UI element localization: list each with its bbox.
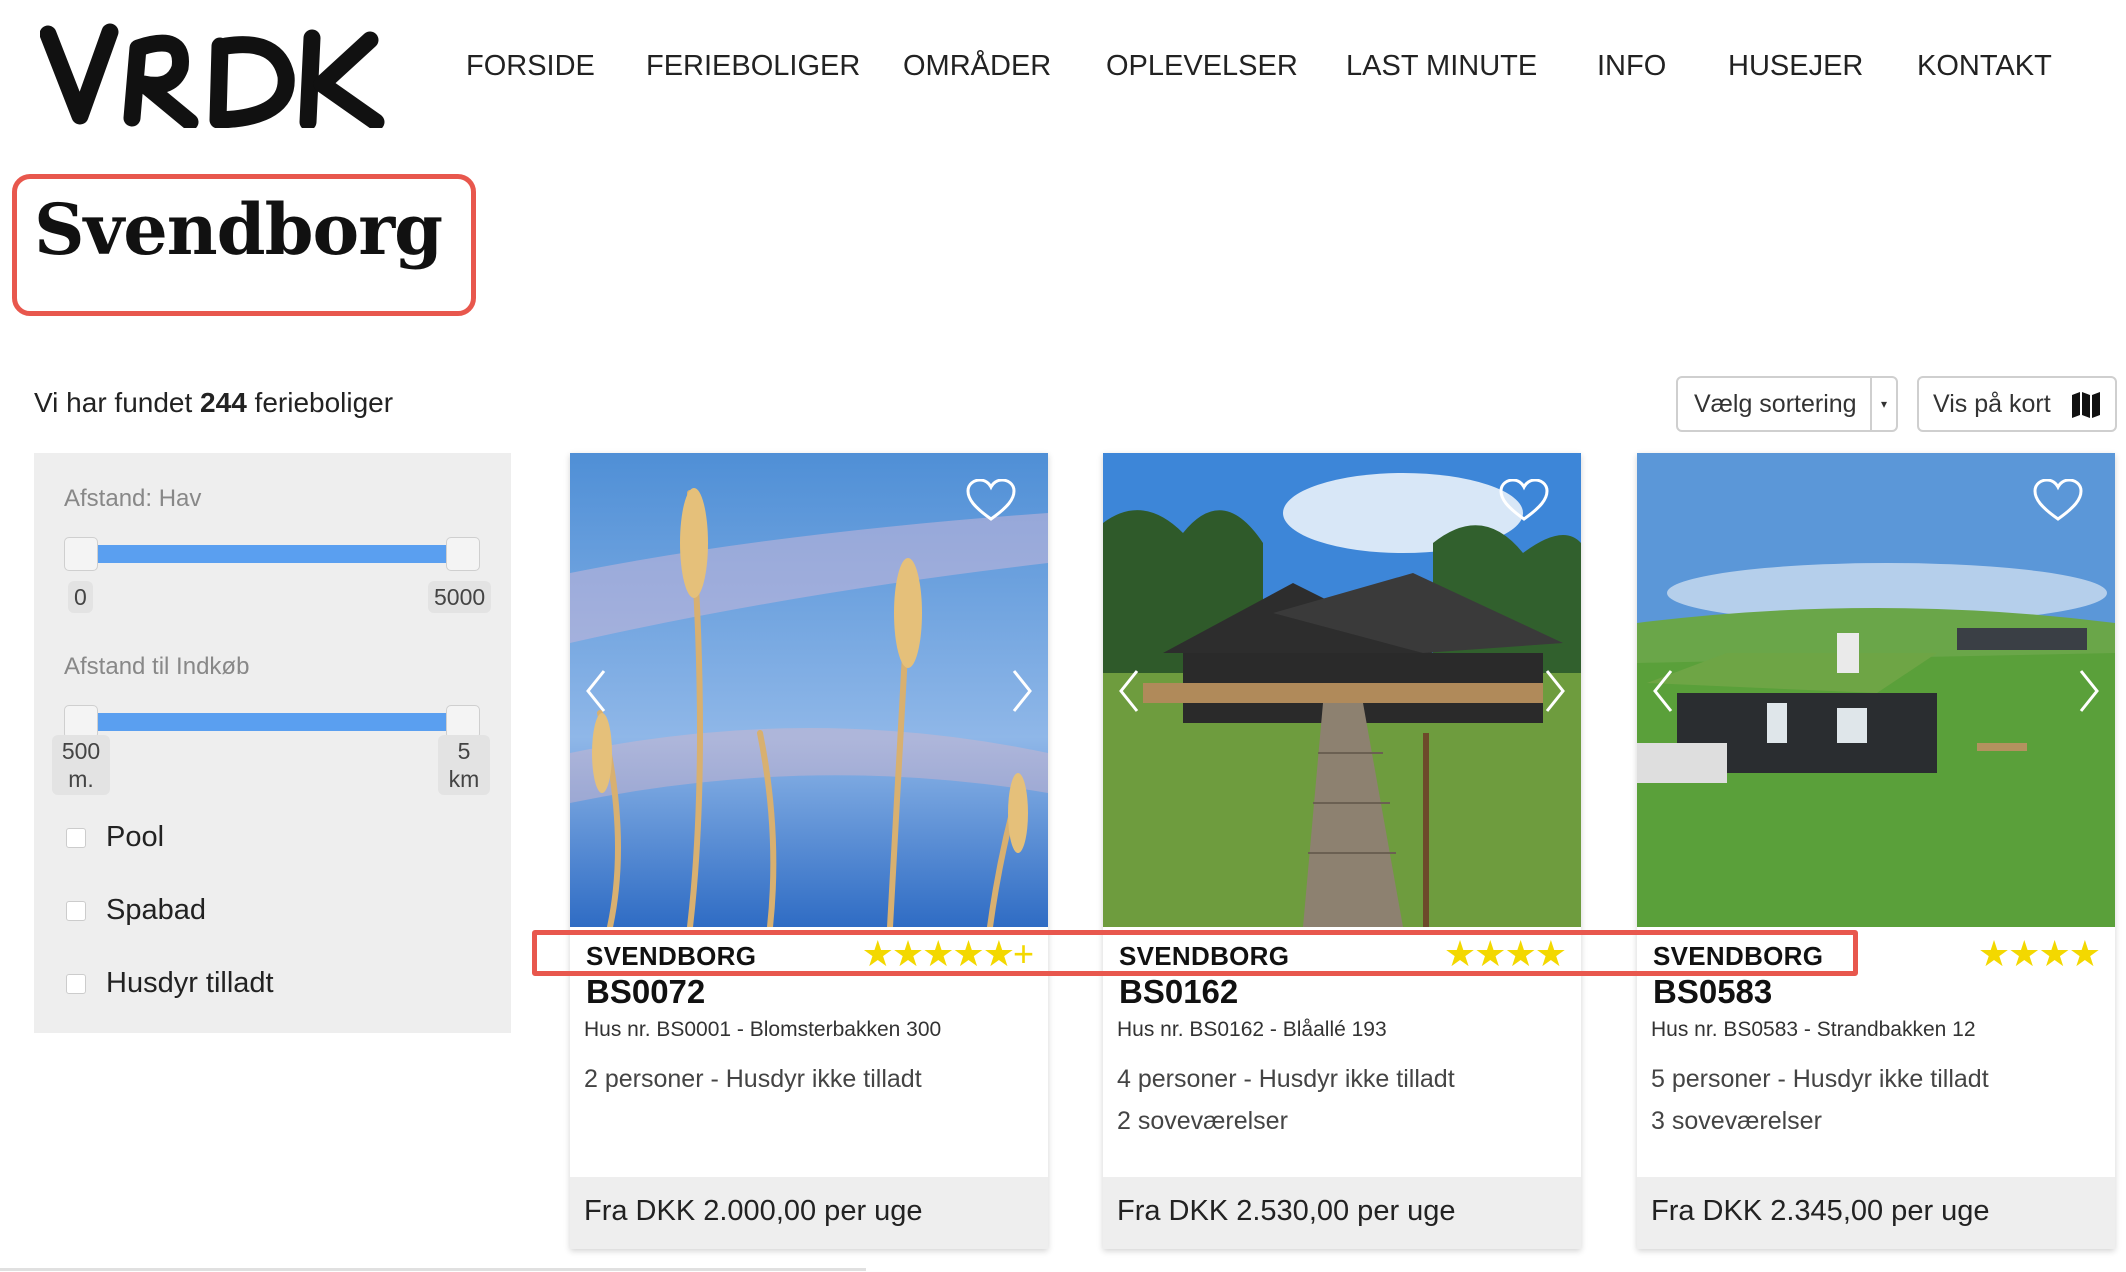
nav-item-last-minute[interactable]: LAST MINUTE — [1346, 50, 1537, 83]
page-bottom-divider — [0, 1268, 866, 1271]
heart-icon[interactable] — [1499, 479, 1549, 523]
listing-price: Fra DKK 2.530,00 per uge — [1117, 1195, 1456, 1227]
nav-item-ferieboliger[interactable]: FERIEBOLIGER — [646, 50, 860, 83]
nav-item-kontakt[interactable]: KONTAKT — [1917, 50, 2052, 83]
listing-price: Fra DKK 2.000,00 per uge — [584, 1195, 923, 1227]
heart-icon[interactable] — [966, 479, 1016, 523]
nav-item-husejer[interactable]: HUSEJER — [1728, 50, 1863, 83]
listing-bedrooms: 2 soveværelser — [1117, 1107, 1288, 1135]
chevron-left-icon[interactable] — [1651, 669, 1675, 713]
pets-checkbox[interactable] — [66, 973, 86, 994]
listing-code[interactable]: BS0072 — [586, 973, 705, 1011]
listing-card[interactable]: SVENDBORG ★★★★ BS0162 Hus nr. BS0162 - B… — [1103, 453, 1581, 1249]
listing-bedrooms: 3 soveværelser — [1651, 1107, 1822, 1135]
show-map-label: Vis på kort — [1933, 389, 2051, 418]
listing-card[interactable]: SVENDBORG ★★★★★+ BS0072 Hus nr. BS0001 -… — [570, 453, 1048, 1249]
map-icon — [2072, 392, 2100, 418]
shop-distance-max-value: 5 km — [438, 735, 490, 795]
sea-distance-min-handle[interactable] — [64, 537, 98, 571]
pool-label: Pool — [106, 821, 165, 853]
shop-distance-min-value: 500 m. — [52, 735, 110, 795]
rating-stars: ★★★★★+ — [861, 933, 1034, 974]
listing-address: Hus nr. BS0001 - Blomsterbakken 300 — [584, 1018, 942, 1041]
filter-panel: Afstand: Hav 0 5000 Afstand til Indkøb 5… — [34, 453, 511, 1033]
chevron-right-icon[interactable] — [2077, 669, 2101, 713]
filter-spabad[interactable]: Spabad — [66, 894, 206, 927]
result-prefix: Vi har fundet — [34, 387, 193, 418]
show-map-button[interactable]: Vis på kort — [1917, 376, 2117, 432]
shop-distance-slider-track[interactable] — [80, 713, 478, 731]
nav-item-omraader[interactable]: OMRÅDER — [903, 50, 1051, 83]
listing-photo-grass[interactable] — [570, 453, 1048, 927]
nav-item-oplevelser[interactable]: OPLEVELSER — [1106, 50, 1298, 83]
shop-distance-min-handle[interactable] — [64, 705, 98, 739]
listing-capacity: 4 personer - Husdyr ikke tilladt — [1117, 1065, 1455, 1093]
listing-price: Fra DKK 2.345,00 per uge — [1651, 1195, 1990, 1227]
shop-distance-max-handle[interactable] — [446, 705, 480, 739]
chevron-right-icon[interactable] — [1543, 669, 1567, 713]
listing-code[interactable]: BS0162 — [1119, 973, 1238, 1011]
sort-select-label: Vælg sortering — [1694, 389, 1857, 418]
chevron-left-icon[interactable] — [584, 669, 608, 713]
vrdk-logo[interactable] — [40, 18, 385, 128]
rating-stars: ★★★★ — [1977, 933, 2101, 974]
nav-item-info[interactable]: INFO — [1597, 50, 1666, 83]
listing-capacity: 5 personer - Husdyr ikke tilladt — [1651, 1065, 1989, 1093]
filter-pool[interactable]: Pool — [66, 821, 164, 854]
listing-price-bar: Fra DKK 2.530,00 per uge — [1103, 1177, 1581, 1249]
listing-price-bar: Fra DKK 2.000,00 per uge — [570, 1177, 1048, 1249]
spabad-checkbox[interactable] — [66, 900, 86, 921]
sort-select[interactable]: Vælg sortering ▾ — [1676, 376, 1898, 432]
sea-distance-max-handle[interactable] — [446, 537, 480, 571]
listing-address: Hus nr. BS0162 - Blåallé 193 — [1117, 1018, 1387, 1041]
pool-checkbox[interactable] — [66, 827, 86, 848]
caret-down-icon[interactable]: ▾ — [1870, 378, 1896, 430]
chevron-right-icon[interactable] — [1010, 669, 1034, 713]
listing-city: SVENDBORG — [1653, 941, 1824, 971]
listing-address: Hus nr. BS0583 - Strandbakken 12 — [1651, 1018, 1976, 1041]
listing-city: SVENDBORG — [586, 941, 757, 971]
result-count: Vi har fundet 244 ferieboliger — [34, 387, 393, 419]
sea-distance-max-value: 5000 — [428, 581, 492, 613]
listing-photo-grass-roof-house[interactable] — [1637, 453, 2115, 927]
chevron-left-icon[interactable] — [1117, 669, 1141, 713]
listing-city: SVENDBORG — [1119, 941, 1290, 971]
heart-icon[interactable] — [2033, 479, 2083, 523]
nav-item-forside[interactable]: FORSIDE — [466, 50, 595, 83]
filter-label-shop-distance: Afstand til Indkøb — [64, 653, 250, 680]
listing-price-bar: Fra DKK 2.345,00 per uge — [1637, 1177, 2115, 1249]
filter-label-sea-distance: Afstand: Hav — [64, 485, 202, 512]
listing-code[interactable]: BS0583 — [1653, 973, 1772, 1011]
result-suffix: ferieboliger — [254, 387, 394, 418]
listing-photo-house-walkway[interactable] — [1103, 453, 1581, 927]
filter-pets[interactable]: Husdyr tilladt — [66, 967, 274, 1000]
spabad-label: Spabad — [106, 894, 206, 926]
result-number: 244 — [200, 387, 247, 418]
pets-label: Husdyr tilladt — [106, 967, 274, 999]
rating-stars: ★★★★ — [1443, 933, 1567, 974]
sea-distance-min-value: 0 — [68, 581, 93, 613]
listing-capacity: 2 personer - Husdyr ikke tilladt — [584, 1065, 922, 1093]
page-title: Svendborg — [34, 188, 443, 271]
sea-distance-slider-track[interactable] — [80, 545, 478, 563]
listing-card[interactable]: SVENDBORG ★★★★ BS0583 Hus nr. BS0583 - S… — [1637, 453, 2115, 1249]
